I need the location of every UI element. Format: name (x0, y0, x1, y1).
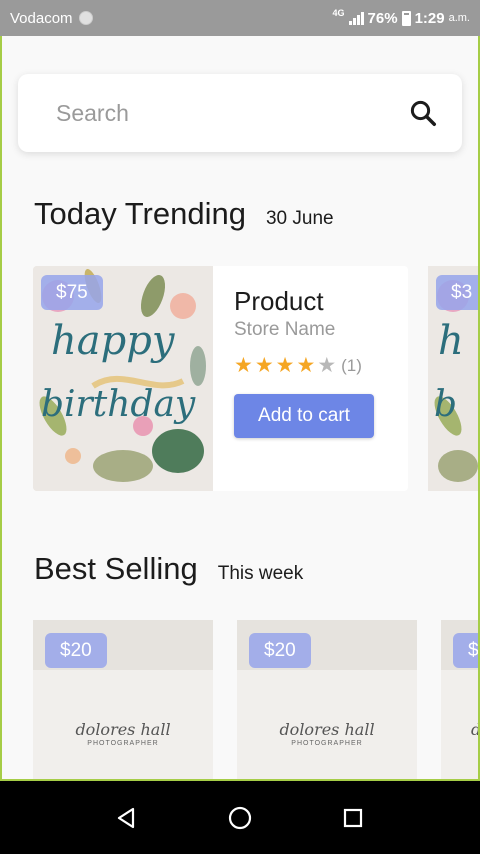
svg-text:h: h (438, 318, 464, 364)
star-empty-icon: ★ (317, 354, 337, 377)
clock-time: 1:29 (414, 9, 445, 27)
product-name: Product (234, 286, 324, 316)
best-selling-title: Best Selling (34, 551, 198, 586)
best-selling-card[interactable]: dolores hall PHOTOGRAPHER $20 (237, 620, 417, 779)
back-icon (117, 807, 134, 828)
trending-product-card[interactable]: happy birthday $75 Product Store Name ★ … (33, 266, 408, 491)
status-right: 4G 76% 1:29 a.m. (332, 8, 470, 27)
art-line-1: d (441, 720, 478, 739)
search-input[interactable] (56, 99, 408, 127)
price-badge: $3 (436, 275, 478, 310)
signal-icon (348, 11, 364, 25)
app-screen: Today Trending 30 June happy birthday $7 (0, 36, 480, 781)
search-bar[interactable] (18, 74, 462, 152)
home-icon (228, 806, 252, 829)
back-button[interactable] (107, 798, 147, 838)
best-selling-period: This week (217, 563, 304, 584)
star-icon: ★ (275, 354, 295, 377)
search-icon[interactable] (408, 98, 438, 128)
best-selling-card-peek[interactable]: d $ (441, 620, 478, 779)
network-type: 4G (332, 8, 345, 18)
best-selling-card[interactable]: dolores hall PHOTOGRAPHER $20 (33, 620, 213, 779)
product-info: Product Store Name ★ ★ ★ ★ ★ (1) Add to … (213, 266, 374, 491)
trending-product-card-peek[interactable]: h b $3 (428, 266, 478, 491)
price-badge: $20 (249, 633, 311, 668)
carrier-name: Vodacom (10, 9, 73, 27)
art-text-happy: happy (51, 318, 176, 364)
recents-button[interactable] (333, 798, 373, 838)
status-bar: Vodacom 4G 76% 1:29 a.m. (0, 0, 480, 36)
art-line-2: PHOTOGRAPHER (291, 740, 363, 747)
home-button[interactable] (220, 798, 260, 838)
add-to-cart-button[interactable]: Add to cart (234, 394, 374, 438)
recents-icon (344, 808, 363, 827)
clock-ampm: a.m. (448, 12, 470, 24)
price-badge: $20 (45, 633, 107, 668)
battery-icon (401, 10, 411, 26)
svg-text:b: b (434, 384, 457, 425)
battery-percent: 76% (367, 9, 398, 27)
store-name: Store Name (234, 319, 336, 340)
trending-date: 30 June (265, 208, 334, 229)
star-icon: ★ (296, 354, 316, 377)
navigation-bar (0, 781, 480, 854)
rating-count: (1) (341, 355, 362, 375)
art-line-1: dolores hall (279, 720, 375, 739)
carrier: Vodacom (10, 10, 93, 27)
trending-title: Today Trending (34, 196, 246, 231)
best-selling-header: Best Selling This week (34, 551, 303, 587)
art-text-birthday: birthday (41, 384, 196, 425)
price-badge: $ (453, 633, 478, 668)
price-badge: $75 (41, 275, 103, 310)
star-icon: ★ (254, 354, 274, 377)
art-line-1: dolores hall (75, 720, 171, 739)
star-icon: ★ (234, 354, 253, 377)
art-line-2: PHOTOGRAPHER (87, 740, 159, 747)
product-image[interactable]: happy birthday $75 (33, 266, 213, 491)
trending-header: Today Trending 30 June (34, 196, 334, 232)
rating: ★ ★ ★ ★ ★ (1) (234, 353, 374, 378)
notification-dot-icon (78, 11, 93, 25)
